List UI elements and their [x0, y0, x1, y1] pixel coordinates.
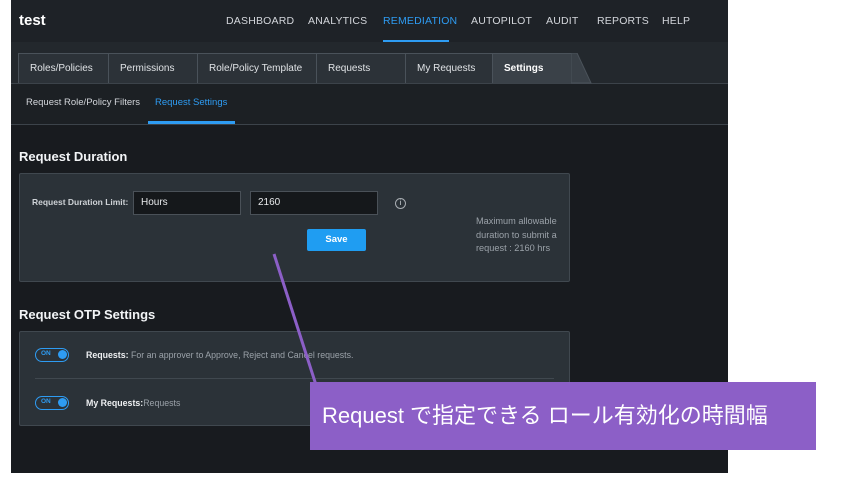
nav-reports[interactable]: REPORTS [597, 15, 649, 27]
my-requests-otp-toggle[interactable]: ON [35, 396, 69, 410]
subtab-request-settings[interactable]: Request Settings [155, 97, 227, 108]
tab-roles-policies[interactable]: Roles/Policies [18, 53, 109, 83]
request-duration-heading: Request Duration [19, 149, 128, 164]
subtab-active-indicator [148, 121, 235, 124]
request-duration-limit-label: Request Duration Limit: [32, 197, 129, 207]
my-requests-otp-row: My Requests:Requests [86, 398, 180, 408]
nav-autopilot[interactable]: AUTOPILOT [471, 15, 532, 27]
requests-otp-toggle[interactable]: ON [35, 348, 69, 362]
duration-unit-select[interactable]: Hours [133, 191, 241, 215]
my-requests-otp-desc: Requests [143, 398, 181, 408]
tab-my-requests[interactable]: My Requests [405, 53, 493, 83]
tab-label: Roles/Policies [30, 63, 93, 74]
nav-dashboard[interactable]: DASHBOARD [226, 15, 294, 27]
nav-analytics[interactable]: ANALYTICS [308, 15, 367, 27]
my-requests-otp-label: My Requests: [86, 398, 144, 408]
duration-amount-input[interactable]: 2160 [250, 191, 378, 215]
tab-label: Settings [504, 63, 544, 74]
nav-audit[interactable]: AUDIT [546, 15, 579, 27]
tab-permissions[interactable]: Permissions [108, 53, 198, 83]
toggle-knob [58, 350, 67, 359]
save-button[interactable]: Save [307, 229, 366, 251]
toggle-knob [58, 398, 67, 407]
tab-requests[interactable]: Requests [316, 53, 406, 83]
tab-label: Role/Policy Template [209, 63, 303, 74]
tab-label: My Requests [417, 63, 476, 74]
toggle-state-label: ON [41, 398, 51, 405]
app-title: test [19, 12, 46, 29]
nav-remediation[interactable]: REMEDIATION [383, 15, 457, 27]
tab-label: Permissions [120, 63, 175, 74]
otp-divider [35, 378, 554, 379]
requests-otp-row: Requests: For an approver to Approve, Re… [86, 350, 353, 360]
toggle-state-label: ON [41, 350, 51, 357]
top-navigation-bar: test DASHBOARD ANALYTICS REMEDIATION AUT… [11, 0, 728, 42]
nav-help[interactable]: HELP [662, 15, 690, 27]
request-otp-heading: Request OTP Settings [19, 307, 156, 322]
tab-settings-edge [571, 53, 592, 84]
annotation-callout: Request で指定できる ロール有効化の時間幅 [310, 382, 816, 450]
tab-role-policy-template[interactable]: Role/Policy Template [197, 53, 317, 83]
tab-settings[interactable]: Settings [492, 53, 572, 83]
requests-otp-label: Requests: [86, 350, 129, 360]
tab-label: Requests [328, 63, 371, 74]
duration-help-text: Maximum allowable duration to submit a r… [476, 216, 557, 253]
info-icon[interactable]: i [395, 198, 406, 209]
subtab-request-role-policy-filters[interactable]: Request Role/Policy Filters [26, 97, 140, 108]
requests-otp-desc: For an approver to Approve, Reject and C… [128, 350, 354, 360]
